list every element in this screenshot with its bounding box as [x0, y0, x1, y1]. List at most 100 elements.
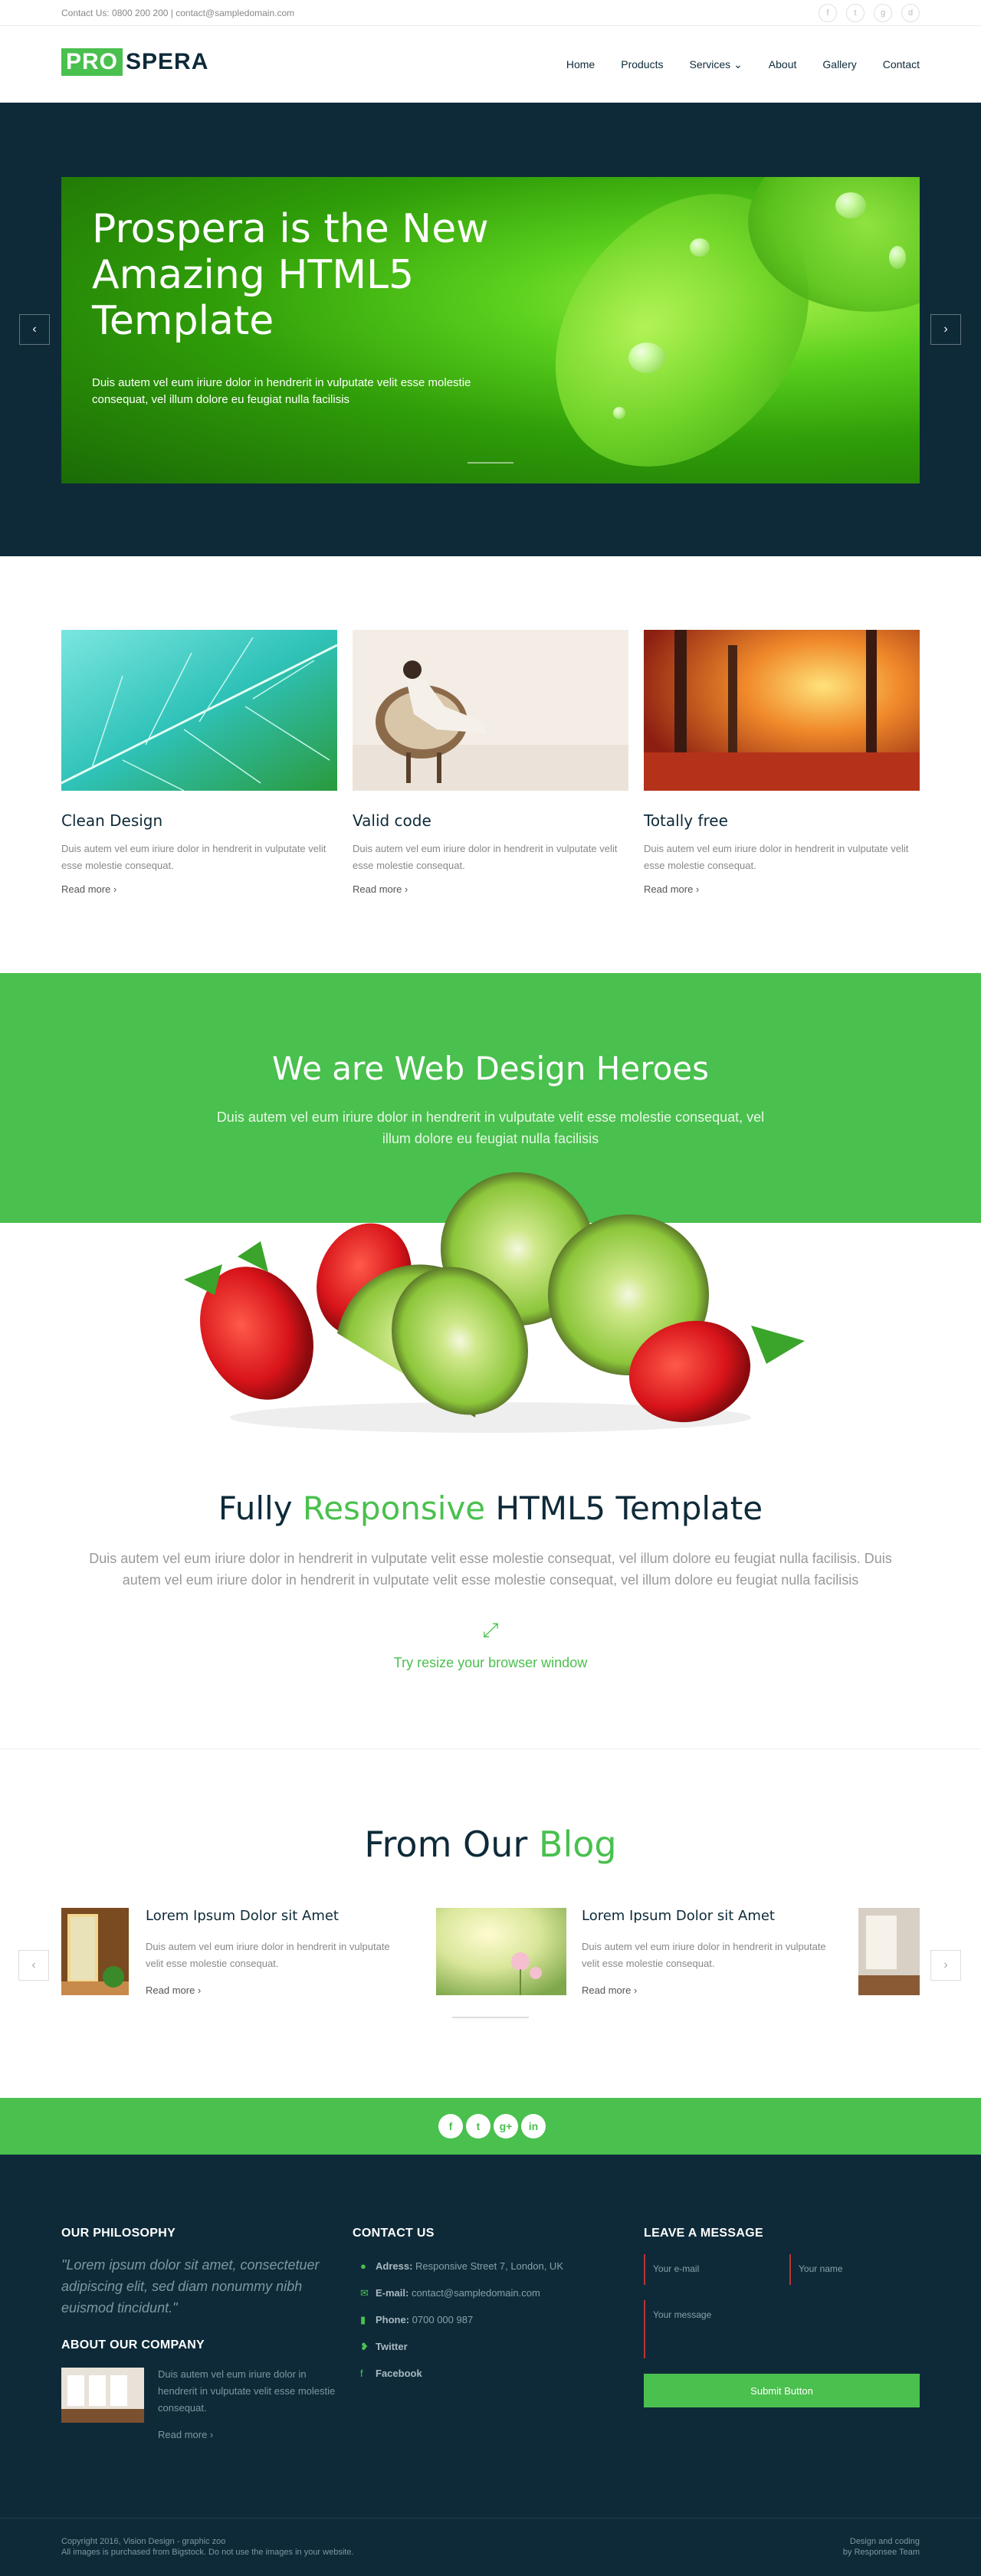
- design-credit: Design and coding by Responsee Team: [843, 2536, 920, 2558]
- phone-icon: ▮: [360, 2314, 366, 2325]
- feature-card: Totally free Duis autem vel eum iriure d…: [644, 630, 920, 895]
- contact-email[interactable]: ✉ E-mail: contact@sampledomain.com: [360, 2287, 540, 2299]
- facebook-icon[interactable]: f: [438, 2114, 463, 2138]
- nav-contact[interactable]: Contact: [870, 55, 920, 74]
- copyright: Copyright 2016, Vision Design - graphic …: [61, 2536, 354, 2558]
- contact-title: CONTACT US: [353, 2227, 435, 2240]
- feature-card: Valid code Duis autem vel eum iriure dol…: [353, 630, 628, 895]
- message-column: LEAVE A MESSAGE: [644, 2227, 763, 2240]
- blog-next-button[interactable]: ›: [930, 1950, 961, 1981]
- dribbble-icon[interactable]: d: [901, 4, 920, 22]
- read-more-link[interactable]: Read more ›: [582, 1984, 637, 1996]
- blog-post-title[interactable]: Lorem Ipsum Dolor sit Amet: [146, 1908, 339, 1924]
- nav-services-label: Services: [689, 58, 731, 70]
- responsive-title-a: Fully: [218, 1490, 303, 1527]
- contact-value: Responsive Street 7, London, UK: [412, 2260, 563, 2272]
- top-bar: Contact Us: 0800 200 200 | contact@sampl…: [0, 0, 981, 26]
- contact-key: Twitter: [376, 2341, 408, 2352]
- blog-title: From Our Blog: [0, 1824, 981, 1865]
- top-contact-info: Contact Us: 0800 200 200 | contact@sampl…: [61, 8, 295, 18]
- try-resize-text: Try resize your browser window: [393, 1655, 588, 1670]
- water-drop: [889, 246, 906, 269]
- hero-prev-button[interactable]: ‹: [19, 314, 50, 345]
- credit-line-1: Design and coding: [849, 2537, 920, 2546]
- twitter-icon: ❥: [360, 2341, 369, 2352]
- about-column: ABOUT OUR COMPANY: [61, 2338, 205, 2352]
- philosophy-column: OUR PHILOSOPHY: [61, 2227, 176, 2240]
- feature-title: Clean Design: [61, 811, 163, 830]
- feature-title: Valid code: [353, 811, 431, 830]
- nav-services[interactable]: Services ⌄: [676, 55, 755, 74]
- responsive-title-b: HTML5 Template: [485, 1490, 763, 1527]
- chevron-down-icon: ⌄: [733, 58, 743, 70]
- about-read-more-link[interactable]: Read more ›: [158, 2429, 213, 2440]
- name-field[interactable]: Your name: [789, 2254, 920, 2285]
- section-divider: [0, 1748, 981, 1749]
- google-plus-icon[interactable]: g: [874, 4, 892, 22]
- twitter-icon[interactable]: t: [846, 4, 865, 22]
- blog-post: Lorem Ipsum Dolor sit Amet Duis autem ve…: [61, 1908, 414, 2000]
- message-field[interactable]: Your message: [644, 2300, 920, 2358]
- credit-line-2[interactable]: by Responsee Team: [843, 2547, 920, 2558]
- blog-post-text: Duis autem vel eum iriure dolor in hendr…: [582, 1941, 826, 1969]
- blog-pagination[interactable]: [452, 2017, 529, 2018]
- heroes-title: We are Web Design Heroes: [272, 1050, 709, 1087]
- responsive-title: Fully Responsive HTML5 Template: [0, 1490, 981, 1527]
- read-more-link[interactable]: Read more ›: [353, 883, 628, 895]
- email-field[interactable]: Your e-mail: [644, 2254, 782, 2285]
- copyright-line-2: All images is purchased from Bigstock. D…: [61, 2548, 354, 2557]
- leaf-veins-image: [61, 630, 338, 791]
- nav-about[interactable]: About: [756, 55, 810, 74]
- blog-post-image[interactable]: [436, 1908, 566, 1995]
- main-nav: Home Products Services ⌄ About Gallery C…: [553, 55, 920, 74]
- nav-gallery[interactable]: Gallery: [809, 55, 869, 74]
- contact-key: E-mail:: [376, 2287, 409, 2299]
- logo-spera: SPERA: [126, 49, 209, 74]
- logo[interactable]: PRO SPERA: [61, 48, 208, 76]
- water-drop: [690, 238, 710, 257]
- top-social-icons: f t g d: [819, 4, 920, 22]
- responsive-title-accent: Responsive: [302, 1490, 486, 1527]
- linkedin-icon[interactable]: in: [521, 2114, 546, 2138]
- blog-post-text: Duis autem vel eum iriure dolor in hendr…: [146, 1941, 390, 1969]
- hero-title: Prospera is the New Amazing HTML5 Templa…: [92, 206, 489, 344]
- copyright-line-1: Copyright 2016, Vision Design - graphic …: [61, 2537, 226, 2546]
- hero-section: ‹ › Prospera is the New Amazing HTML5 Te…: [0, 103, 981, 556]
- features-section: Clean Design Duis autem vel eum iriure d…: [61, 630, 920, 906]
- blog-post-image[interactable]: [858, 1908, 920, 1995]
- mail-icon: ✉: [360, 2287, 369, 2299]
- read-more-link[interactable]: Read more ›: [61, 883, 337, 895]
- about-text: Duis autem vel eum iriure dolor in hendr…: [158, 2368, 336, 2414]
- site-footer: OUR PHILOSOPHY "Lorem ipsum dolor sit am…: [0, 2155, 981, 2576]
- contact-column: CONTACT US: [353, 2227, 435, 2240]
- fruit-image: [184, 1172, 805, 1433]
- contact-facebook[interactable]: f Facebook: [360, 2368, 422, 2379]
- contact-address: ● Adress: Responsive Street 7, London, UK: [360, 2260, 563, 2272]
- blog-post-image[interactable]: [61, 1908, 129, 1995]
- contact-twitter[interactable]: ❥ Twitter: [360, 2341, 408, 2353]
- about-title: ABOUT OUR COMPANY: [61, 2338, 205, 2352]
- blog-post-title[interactable]: Lorem Ipsum Dolor sit Amet: [582, 1908, 775, 1924]
- submit-button[interactable]: Submit Button: [644, 2374, 920, 2407]
- water-drop: [613, 407, 625, 419]
- feature-text: Duis autem vel eum iriure dolor in hendr…: [61, 843, 326, 871]
- location-icon: ●: [360, 2260, 366, 2272]
- google-plus-icon[interactable]: g+: [494, 2114, 518, 2138]
- read-more-link[interactable]: Read more ›: [146, 1984, 201, 1996]
- social-icons: f t g+ in: [438, 2114, 546, 2138]
- hero-text: Duis autem vel eum iriure dolor in hendr…: [92, 376, 471, 406]
- contact-phone: ▮ Phone: 0700 000 987: [360, 2314, 473, 2326]
- facebook-icon: f: [360, 2368, 363, 2379]
- hero-next-button[interactable]: ›: [930, 314, 961, 345]
- hero-pagination[interactable]: [468, 462, 513, 464]
- water-drop: [628, 342, 665, 373]
- feature-card: Clean Design Duis autem vel eum iriure d…: [61, 630, 338, 895]
- read-more-link[interactable]: Read more ›: [644, 883, 920, 895]
- twitter-icon[interactable]: t: [466, 2114, 490, 2138]
- facebook-icon[interactable]: f: [819, 4, 837, 22]
- nav-home[interactable]: Home: [553, 55, 608, 74]
- about-image: [61, 2368, 144, 2423]
- contact-key: Adress:: [376, 2260, 413, 2272]
- blog-prev-button[interactable]: ‹: [18, 1950, 49, 1981]
- nav-products[interactable]: Products: [608, 55, 676, 74]
